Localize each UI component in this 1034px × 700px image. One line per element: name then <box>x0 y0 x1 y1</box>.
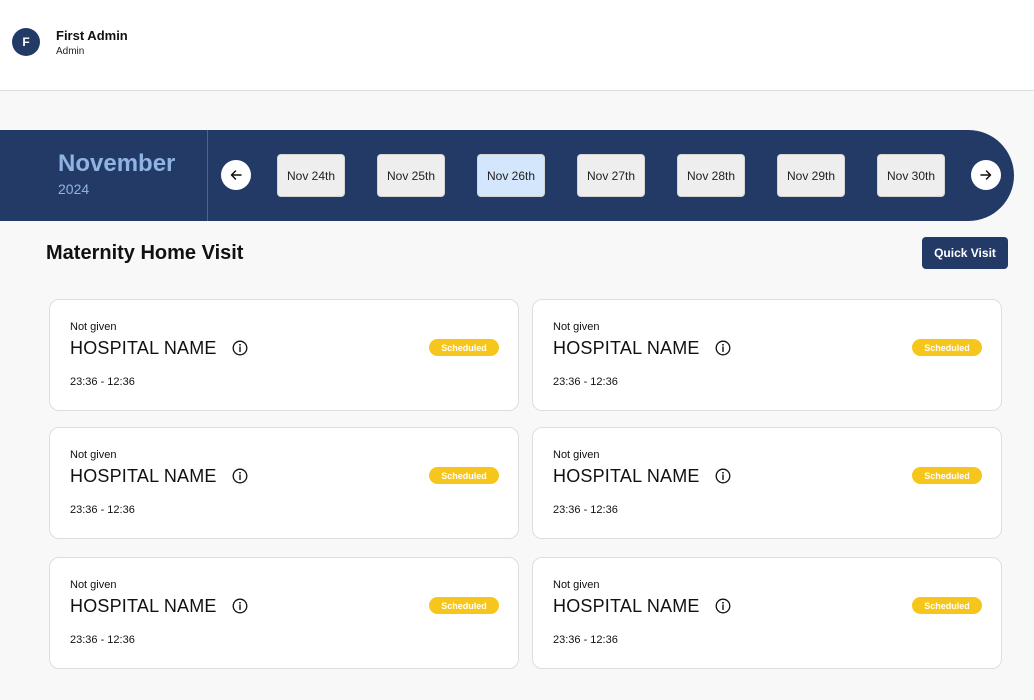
visit-time: 23:36 - 12:36 <box>70 504 135 516</box>
status-badge: Scheduled <box>429 467 499 484</box>
status-badge: Scheduled <box>912 339 982 356</box>
status-badge: Scheduled <box>429 339 499 356</box>
visit-card[interactable]: Not given HOSPITAL NAME Scheduled 23:36 - 1… <box>49 557 519 669</box>
top-bar: F First Admin Admin <box>0 0 1034 91</box>
status-badge: Scheduled <box>429 597 499 614</box>
arrow-right-icon <box>980 170 992 180</box>
avatar[interactable]: F <box>12 28 40 56</box>
hospital-name: HOSPITAL NAME <box>553 338 700 358</box>
visit-time: 23:36 - 12:36 <box>70 376 135 388</box>
month-header: November 2024 <box>0 130 208 221</box>
quick-visit-button[interactable]: Quick Visit <box>922 237 1008 269</box>
previous-week-button[interactable] <box>221 160 251 190</box>
visit-card[interactable]: Not given HOSPITAL NAME Scheduled 23:36 - 1… <box>532 557 1002 669</box>
hospital-name: HOSPITAL NAME <box>70 596 217 616</box>
visit-time: 23:36 - 12:36 <box>70 634 135 646</box>
status-badge: Scheduled <box>912 597 982 614</box>
hospital-name: HOSPITAL NAME <box>553 466 700 486</box>
next-week-button[interactable] <box>971 160 1001 190</box>
info-icon[interactable] <box>232 598 248 614</box>
info-icon[interactable] <box>232 468 248 484</box>
user-name: First Admin <box>56 28 128 43</box>
visit-label: Not given <box>70 449 117 461</box>
visit-time: 23:36 - 12:36 <box>553 634 618 646</box>
visit-label: Not given <box>553 579 600 591</box>
info-icon[interactable] <box>715 598 731 614</box>
arrow-left-icon <box>230 170 242 180</box>
page-title: Maternity Home Visit <box>46 242 244 264</box>
year: 2024 <box>58 181 90 197</box>
visit-card[interactable]: Not given HOSPITAL NAME Scheduled 23:36 - 1… <box>49 299 519 411</box>
user-role: Admin <box>56 46 85 57</box>
day-button[interactable]: Nov 24th <box>277 154 345 197</box>
status-badge: Scheduled <box>912 467 982 484</box>
visit-label: Not given <box>70 579 117 591</box>
hospital-name: HOSPITAL NAME <box>70 338 217 358</box>
visit-label: Not given <box>553 321 600 333</box>
visit-card[interactable]: Not given HOSPITAL NAME Scheduled 23:36 - 1… <box>532 427 1002 539</box>
day-button[interactable]: Nov 25th <box>377 154 445 197</box>
visit-time: 23:36 - 12:36 <box>553 504 618 516</box>
day-button[interactable]: Nov 26th <box>477 154 545 197</box>
day-button[interactable]: Nov 28th <box>677 154 745 197</box>
month-name: November <box>58 150 176 177</box>
day-button[interactable]: Nov 30th <box>877 154 945 197</box>
visit-time: 23:36 - 12:36 <box>553 376 618 388</box>
hospital-name: HOSPITAL NAME <box>553 596 700 616</box>
day-button[interactable]: Nov 27th <box>577 154 645 197</box>
info-icon[interactable] <box>715 468 731 484</box>
visit-label: Not given <box>553 449 600 461</box>
visit-card[interactable]: Not given HOSPITAL NAME Scheduled 23:36 - 1… <box>532 299 1002 411</box>
day-button[interactable]: Nov 29th <box>777 154 845 197</box>
info-icon[interactable] <box>232 340 248 356</box>
date-strip: November 2024 Nov 24th Nov 25th Nov 26th No… <box>0 130 1014 221</box>
hospital-name: HOSPITAL NAME <box>70 466 217 486</box>
info-icon[interactable] <box>715 340 731 356</box>
visit-card[interactable]: Not given HOSPITAL NAME Scheduled 23:36 - 1… <box>49 427 519 539</box>
visit-label: Not given <box>70 321 117 333</box>
